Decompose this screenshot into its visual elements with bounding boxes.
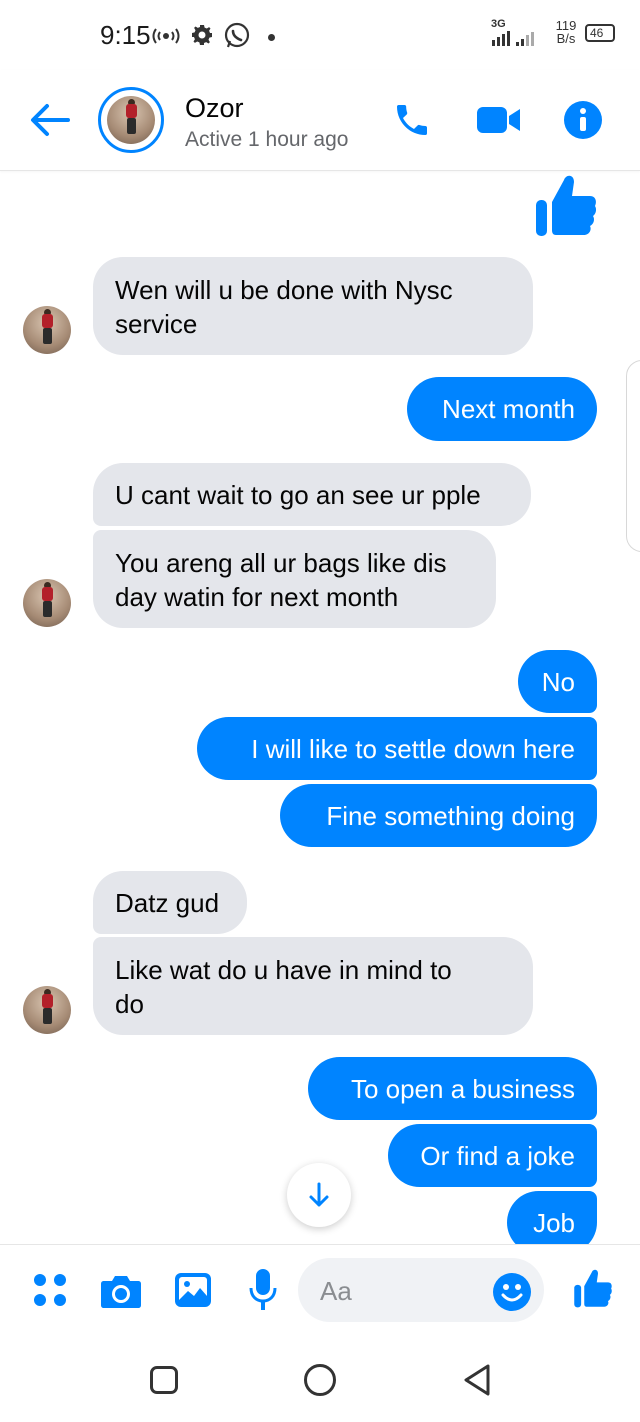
message-text: You areng all ur bags like dis [115, 548, 447, 578]
phone-icon[interactable] [392, 100, 432, 140]
hotspot-icon [152, 28, 180, 44]
message-text: Or find a joke [420, 1141, 575, 1171]
message-text: day watin for next month [115, 582, 399, 612]
info-icon[interactable] [563, 100, 603, 140]
message-text: To open a business [350, 1074, 575, 1104]
status-bar: 9:15 3G 119 B/s 46 [0, 0, 640, 70]
contact-avatar [107, 96, 155, 144]
message-input-placeholder: Aa [320, 1276, 352, 1306]
settings-gear-icon [192, 25, 212, 45]
outgoing-message[interactable]: No [518, 650, 597, 713]
microphone-icon[interactable] [248, 1268, 278, 1312]
apps-grid-icon[interactable] [33, 1273, 67, 1307]
outgoing-message[interactable]: I will like to settle down here [197, 717, 597, 780]
sender-avatar[interactable] [23, 986, 71, 1034]
network-type: 3G [491, 18, 506, 30]
emoji-icon[interactable] [492, 1272, 532, 1312]
contact-presence: Active 1 hour ago [185, 128, 349, 151]
outgoing-message[interactable]: Fine something doing [280, 784, 597, 847]
recent-apps-button[interactable] [150, 1366, 178, 1394]
battery-level: 46 [590, 26, 604, 40]
whatsapp-icon [224, 22, 250, 48]
message-text: Fine something doing [326, 801, 575, 831]
status-time: 9:15 [100, 20, 151, 50]
signal-strength-icon [492, 31, 534, 46]
image-icon[interactable] [174, 1272, 212, 1308]
video-camera-icon[interactable] [476, 105, 522, 135]
outgoing-message[interactable]: Next month [407, 377, 597, 441]
incoming-message[interactable]: You areng all ur bags like dis day watin… [93, 530, 496, 628]
battery-icon: 46 [585, 24, 615, 42]
sender-avatar[interactable] [23, 579, 71, 627]
message-text: service [115, 309, 198, 339]
back-nav-button[interactable] [462, 1363, 492, 1397]
contact-avatar-ring[interactable] [98, 87, 164, 153]
network-speed: 119 B/s [553, 19, 579, 45]
incoming-message[interactable]: Wen will u be done with Nysc service [93, 257, 533, 355]
outgoing-message[interactable]: To open a business [308, 1057, 597, 1120]
incoming-message[interactable]: U cant wait to go an see ur pple [93, 463, 531, 526]
back-arrow-icon[interactable] [28, 101, 72, 139]
message-text: U cant wait to go an see ur pple [115, 480, 481, 510]
message-text: do [115, 989, 144, 1019]
contact-name[interactable]: Ozor [185, 93, 244, 124]
sender-avatar[interactable] [23, 306, 71, 354]
scroll-handle[interactable] [626, 360, 640, 552]
outgoing-message[interactable]: Or find a joke [388, 1124, 597, 1187]
message-text: Job [533, 1208, 575, 1238]
incoming-message[interactable]: Datz gud [93, 871, 247, 934]
scroll-to-bottom-button[interactable] [287, 1163, 351, 1227]
incoming-message[interactable]: Like wat do u have in mind to do [93, 937, 533, 1035]
message-text: Datz gud [115, 888, 220, 918]
message-text: No [541, 667, 575, 697]
arrow-down-icon [309, 1182, 329, 1207]
notification-dot [268, 34, 275, 41]
message-text: Next month [442, 394, 575, 424]
speed-unit: B/s [556, 31, 576, 46]
home-button[interactable] [304, 1364, 336, 1396]
message-text: I will like to settle down here [251, 734, 575, 764]
chat-header [0, 70, 640, 171]
message-text: Like wat do u have in mind to [115, 955, 452, 985]
message-text: Wen will u be done with Nysc [115, 275, 453, 305]
sent-like-thumbs-up-icon [536, 175, 597, 236]
thumbs-up-icon[interactable] [573, 1267, 613, 1309]
camera-icon[interactable] [100, 1273, 142, 1309]
